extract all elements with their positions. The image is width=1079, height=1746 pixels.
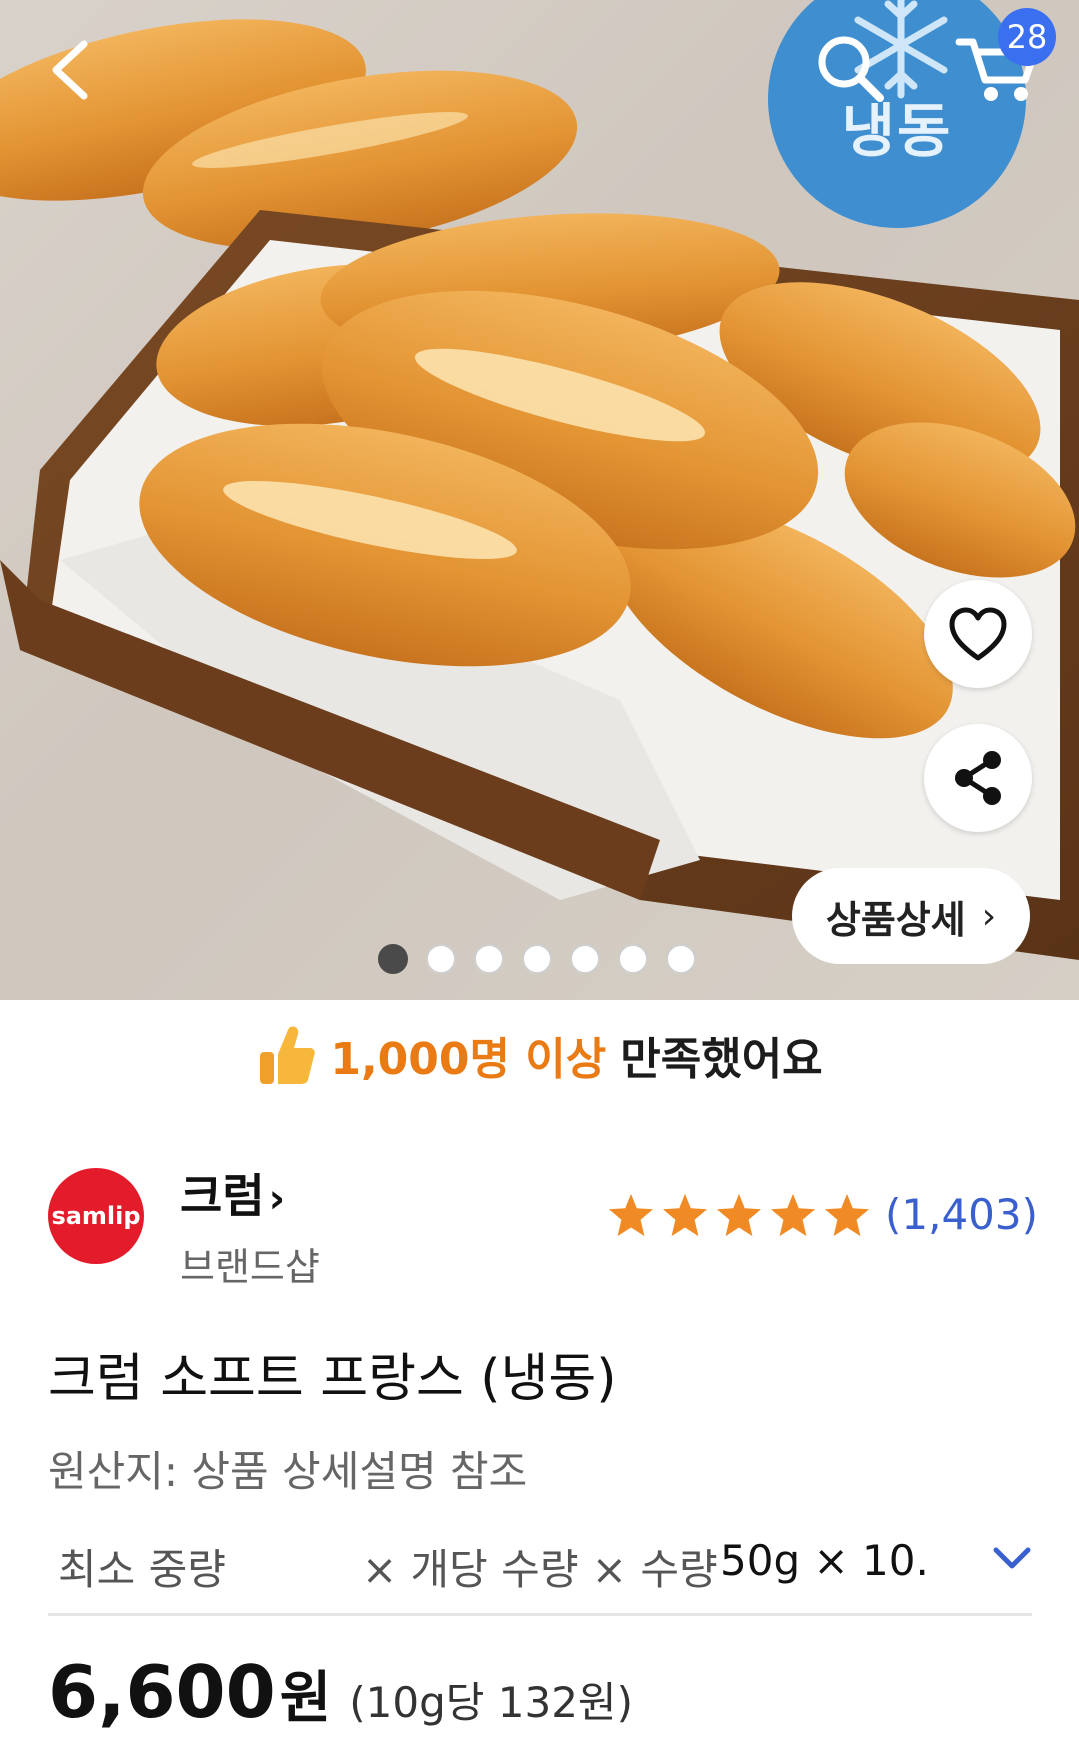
- gallery-dot-5[interactable]: [570, 944, 600, 974]
- spec-value: 50g × 10...: [720, 1536, 928, 1585]
- gallery-dot-1[interactable]: [378, 944, 408, 974]
- gallery-dot-3[interactable]: [474, 944, 504, 974]
- chevron-right-icon: ›: [981, 895, 997, 937]
- review-count: (1,403): [884, 1190, 1038, 1239]
- wishlist-button[interactable]: [924, 580, 1032, 688]
- brand-name-link[interactable]: 크럼 ›: [180, 1160, 285, 1226]
- gallery-dot-7[interactable]: [666, 944, 696, 974]
- brand-shop-label: 브랜드샵: [180, 1245, 320, 1289]
- back-button[interactable]: [36, 30, 106, 110]
- star-icon: [716, 1193, 762, 1236]
- price-amount: 6,600: [48, 1650, 276, 1734]
- brand-logo[interactable]: samlip: [48, 1168, 144, 1264]
- gallery-dot-6[interactable]: [618, 944, 648, 974]
- spec-selector[interactable]: 최소 중량 × 개당 수량 × 수량 50g × 10...: [48, 1510, 1032, 1616]
- share-button[interactable]: [924, 724, 1032, 832]
- brand-row: samlip 크럼 › 브랜드샵 (1,403): [48, 1160, 1038, 1290]
- product-title: 크럼 소프트 프랑스 (냉동): [48, 1349, 617, 1409]
- price-currency: 원: [279, 1666, 332, 1731]
- unit-price: (10g당 132원): [349, 1678, 633, 1727]
- satisfaction-count: 1,000명 이상: [330, 1034, 607, 1085]
- price-block: 6,600 원 (10g당 132원): [48, 1650, 633, 1734]
- back-icon: [52, 40, 88, 100]
- star-icon: [824, 1193, 870, 1236]
- satisfaction-text: 만족했어요: [620, 1034, 823, 1085]
- star-icon: [662, 1193, 708, 1236]
- spec-min-weight-label: 최소 중량: [58, 1545, 226, 1594]
- chevron-down-icon: [993, 1547, 1031, 1569]
- product-image-gallery[interactable]: 냉동 28 상품상세 ›: [0, 0, 1079, 1000]
- origin-info: 원산지: 상품 상세설명 참조: [48, 1447, 528, 1496]
- star-icon: [608, 1193, 654, 1236]
- search-button[interactable]: [810, 28, 890, 108]
- share-icon: [955, 751, 1001, 805]
- gallery-dot-2[interactable]: [426, 944, 456, 974]
- satisfaction-banner: 1,000명 이상 만족했어요: [0, 1020, 1079, 1090]
- product-detail-label: 상품상세: [825, 897, 966, 942]
- star-icon: [770, 1193, 816, 1236]
- spec-quantity-label: × 개당 수량 × 수량: [362, 1545, 718, 1594]
- search-icon: [818, 36, 884, 102]
- rating-summary[interactable]: (1,403): [607, 1190, 1038, 1239]
- product-detail-button[interactable]: 상품상세 ›: [792, 868, 1030, 964]
- thumbs-up-icon: [260, 1026, 316, 1084]
- gallery-pagination: [378, 944, 696, 974]
- gallery-dot-4[interactable]: [522, 944, 552, 974]
- star-rating: [607, 1192, 871, 1238]
- brand-name: 크럼: [180, 1169, 265, 1223]
- heart-icon: [949, 607, 1007, 661]
- cart-count-badge: 28: [998, 8, 1056, 66]
- chevron-right-icon: ›: [268, 1176, 286, 1222]
